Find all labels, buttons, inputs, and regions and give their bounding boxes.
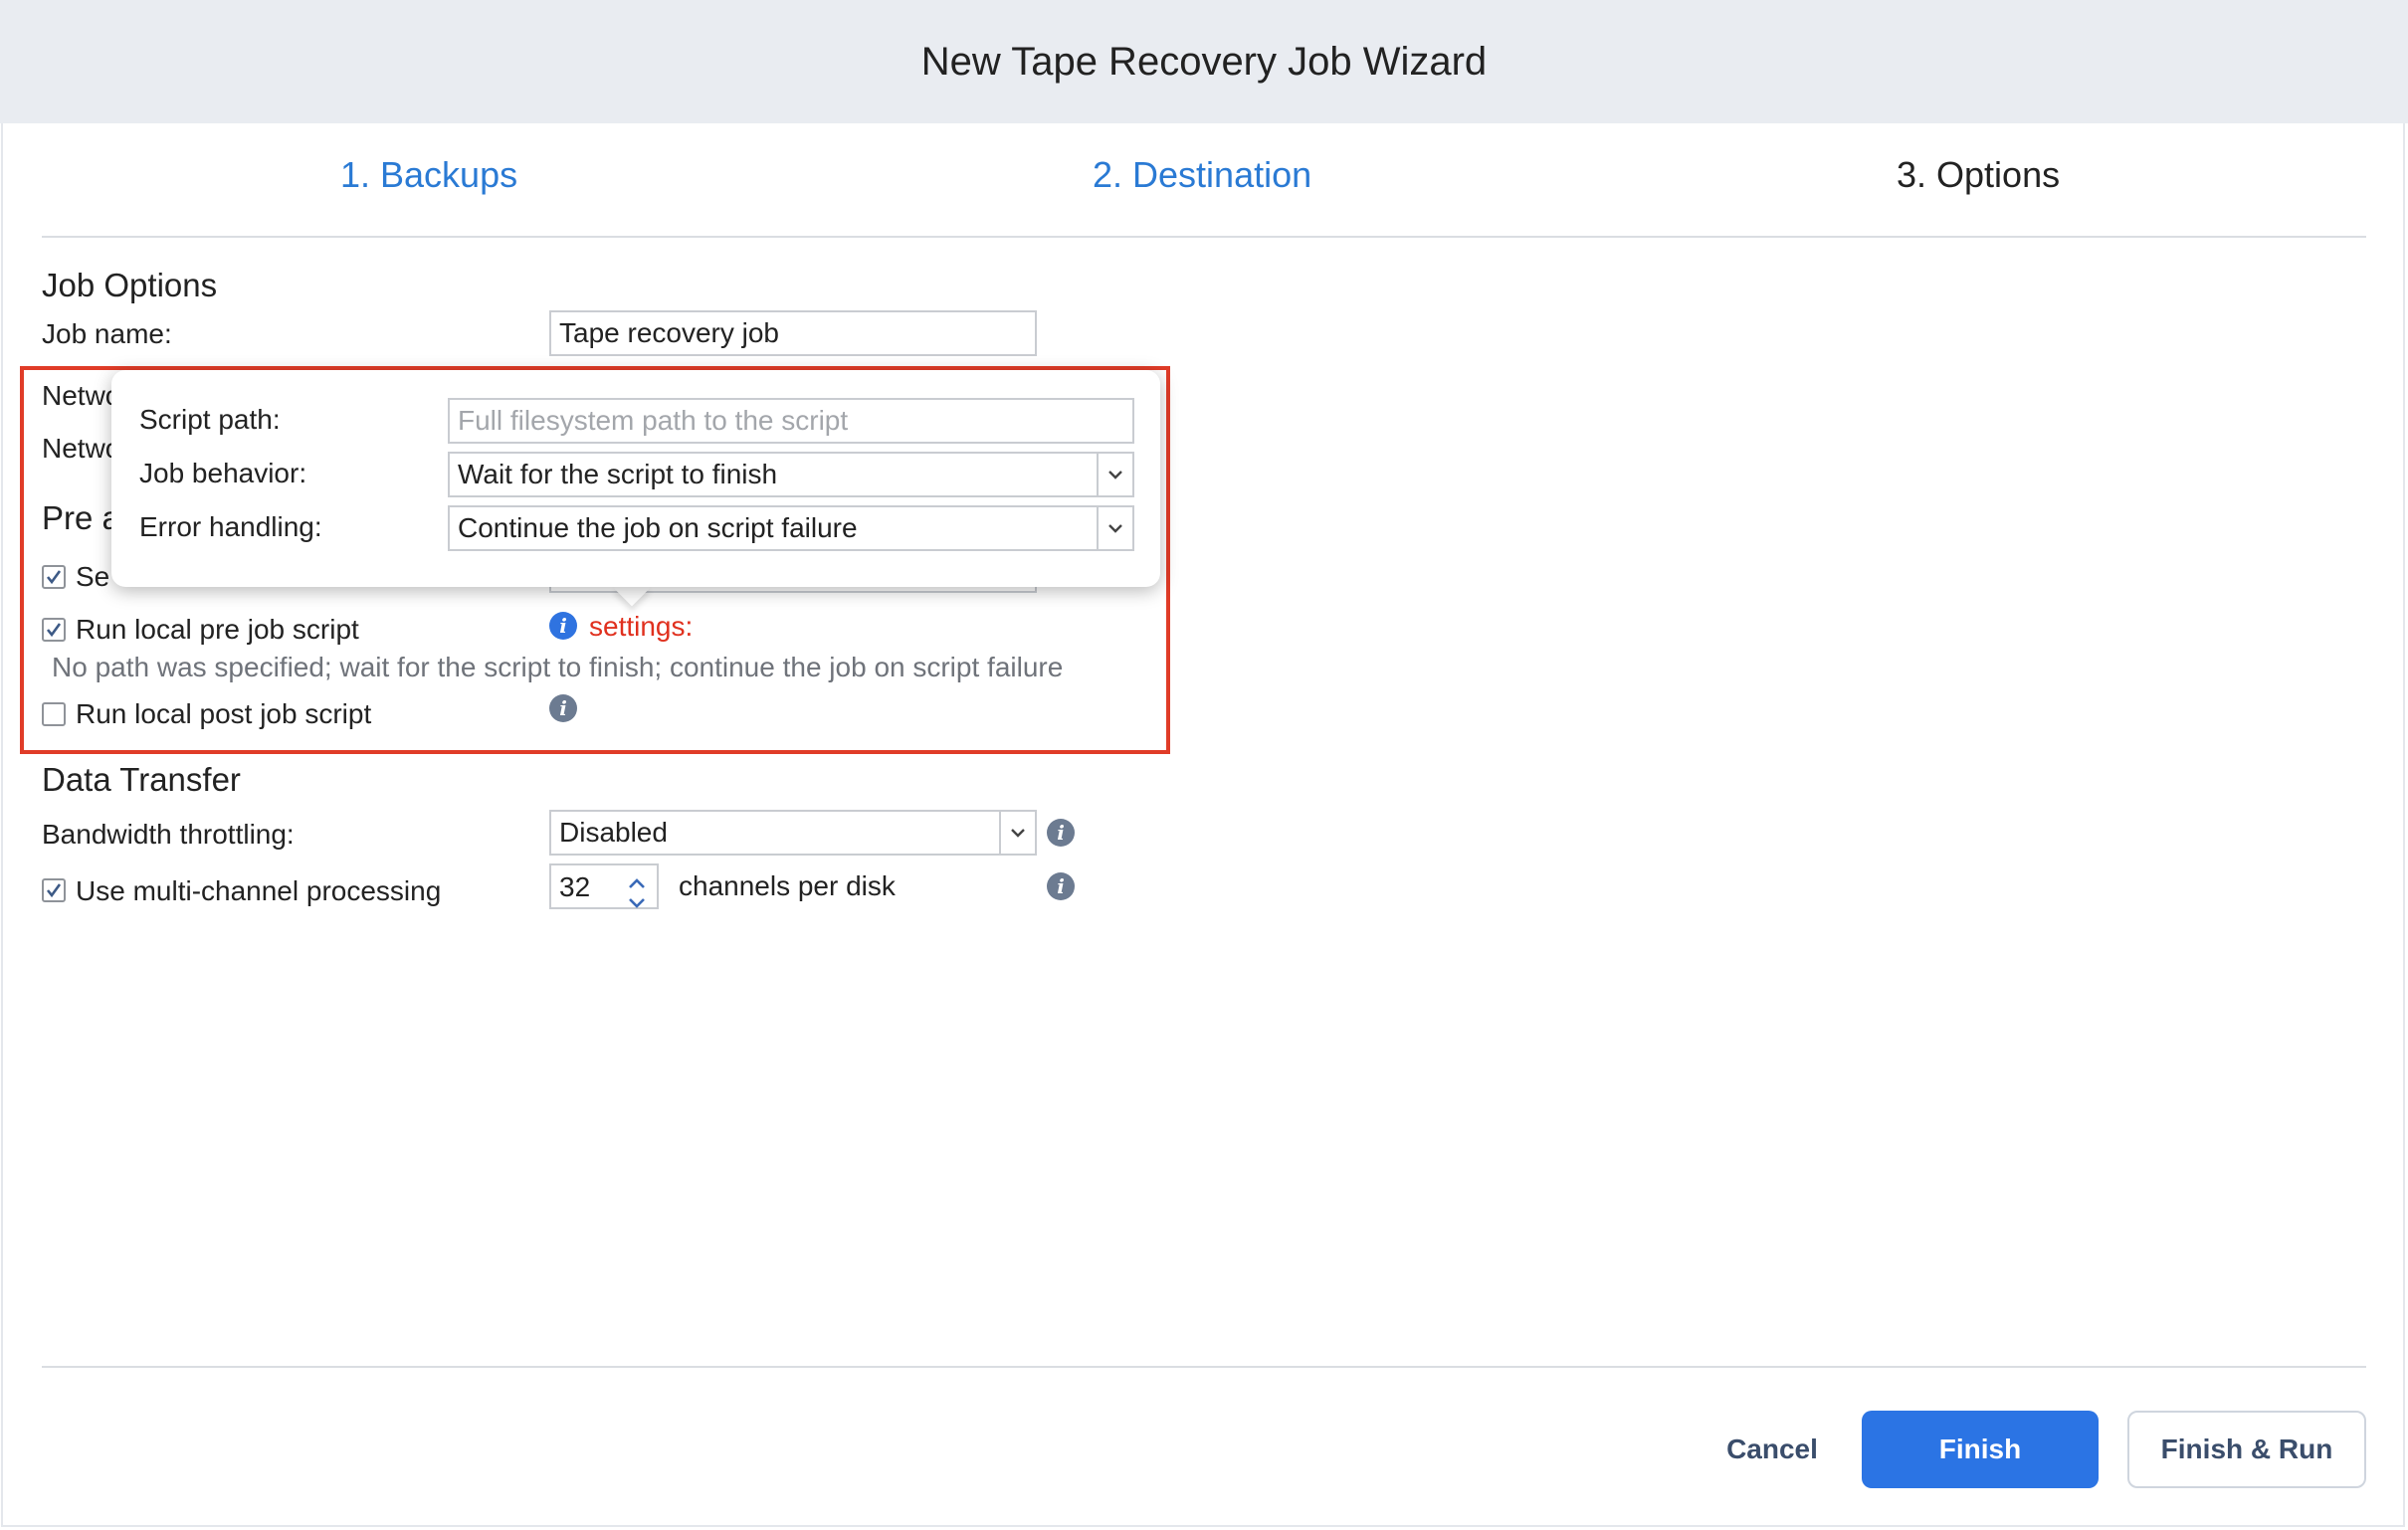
job-behavior-label: Job behavior:: [139, 458, 307, 488]
pre-script-summary: No path was specified; wait for the scri…: [52, 652, 1064, 682]
script-path-input[interactable]: [448, 398, 1134, 444]
job-behavior-value: Wait for the script to finish: [458, 459, 778, 489]
wizard-header: New Tape Recovery Job Wizard: [0, 0, 2408, 123]
job-behavior-select[interactable]: Wait for the script to finish: [448, 452, 1134, 497]
data-transfer-title: Data Transfer: [42, 761, 241, 798]
multichannel-label: Use multi-channel processing: [76, 875, 442, 906]
channels-stepper[interactable]: 32: [549, 863, 659, 909]
pre-script-checkbox[interactable]: [42, 618, 66, 642]
error-handling-select[interactable]: Continue the job on script failure: [448, 505, 1134, 551]
checkmark-icon: [46, 883, 62, 898]
chevron-down-icon: [1097, 454, 1132, 495]
script-path-label: Script path:: [139, 404, 281, 435]
steps-divider: [42, 236, 2366, 238]
finish-button[interactable]: Finish: [1862, 1411, 2099, 1488]
bandwidth-label: Bandwidth throttling:: [42, 819, 295, 850]
multichannel-checkbox[interactable]: [42, 878, 66, 902]
job-options-title: Job Options: [42, 267, 218, 303]
chevron-down-icon: [1097, 507, 1132, 549]
post-script-label: Run local post job script: [76, 698, 372, 729]
checkmark-icon: [46, 623, 62, 638]
channels-value: 32: [559, 871, 591, 902]
info-icon[interactable]: i: [1047, 819, 1075, 847]
wizard-title: New Tape Recovery Job Wizard: [920, 39, 1488, 84]
error-handling-label: Error handling:: [139, 511, 322, 542]
step-backups[interactable]: 1. Backups: [340, 154, 517, 196]
job-name-label: Job name:: [42, 318, 172, 349]
info-icon[interactable]: i: [1047, 872, 1075, 900]
step-destination[interactable]: 2. Destination: [1093, 154, 1311, 196]
error-handling-value: Continue the job on script failure: [458, 512, 858, 543]
pre-script-settings-link[interactable]: settings:: [589, 611, 693, 643]
wizard-frame: [1, 123, 2405, 1527]
chevron-down-icon: [999, 812, 1035, 854]
footer-divider: [42, 1366, 2366, 1368]
step-options: 3. Options: [1897, 154, 2061, 195]
finish-and-run-button[interactable]: Finish & Run: [2127, 1411, 2366, 1488]
post-script-checkbox[interactable]: [42, 702, 66, 726]
job-name-input[interactable]: [549, 310, 1037, 356]
pre-script-label: Run local pre job script: [76, 614, 359, 645]
bandwidth-select[interactable]: Disabled: [549, 810, 1037, 856]
info-icon[interactable]: i: [549, 612, 577, 640]
script-settings-popup: Script path: Job behavior: Wait for the …: [111, 370, 1160, 587]
info-icon[interactable]: i: [549, 694, 577, 722]
chevron-down-icon[interactable]: [625, 887, 649, 919]
channels-suffix: channels per disk: [679, 870, 896, 901]
cancel-button[interactable]: Cancel: [1707, 1411, 1837, 1488]
bandwidth-value: Disabled: [559, 817, 668, 848]
